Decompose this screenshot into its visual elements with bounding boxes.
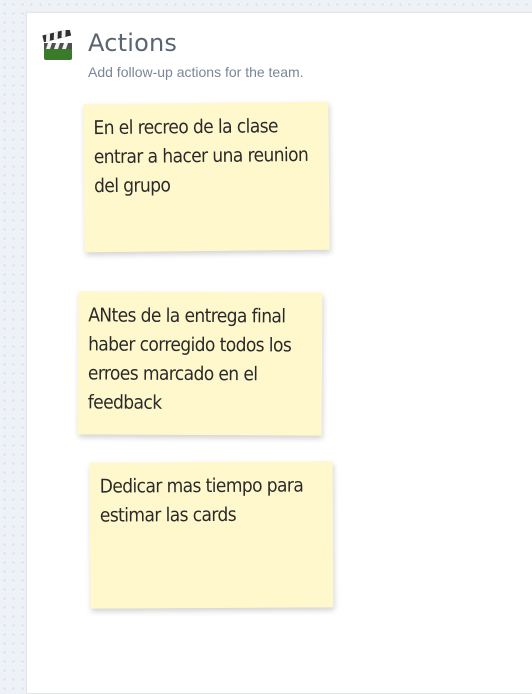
action-note[interactable]: ANtes de la entrega final haber corregid… xyxy=(77,291,323,436)
action-note[interactable]: Dedicar mas tiempo para estimar las card… xyxy=(89,461,334,609)
section-subtitle: Add follow-up actions for the team. xyxy=(88,64,304,80)
action-note[interactable]: En el recreo de la clase entrar a hacer … xyxy=(83,101,330,253)
clapperboard-icon xyxy=(42,30,72,60)
section-title: Actions xyxy=(88,29,178,57)
actions-panel: Actions Add follow-up actions for the te… xyxy=(26,12,532,694)
